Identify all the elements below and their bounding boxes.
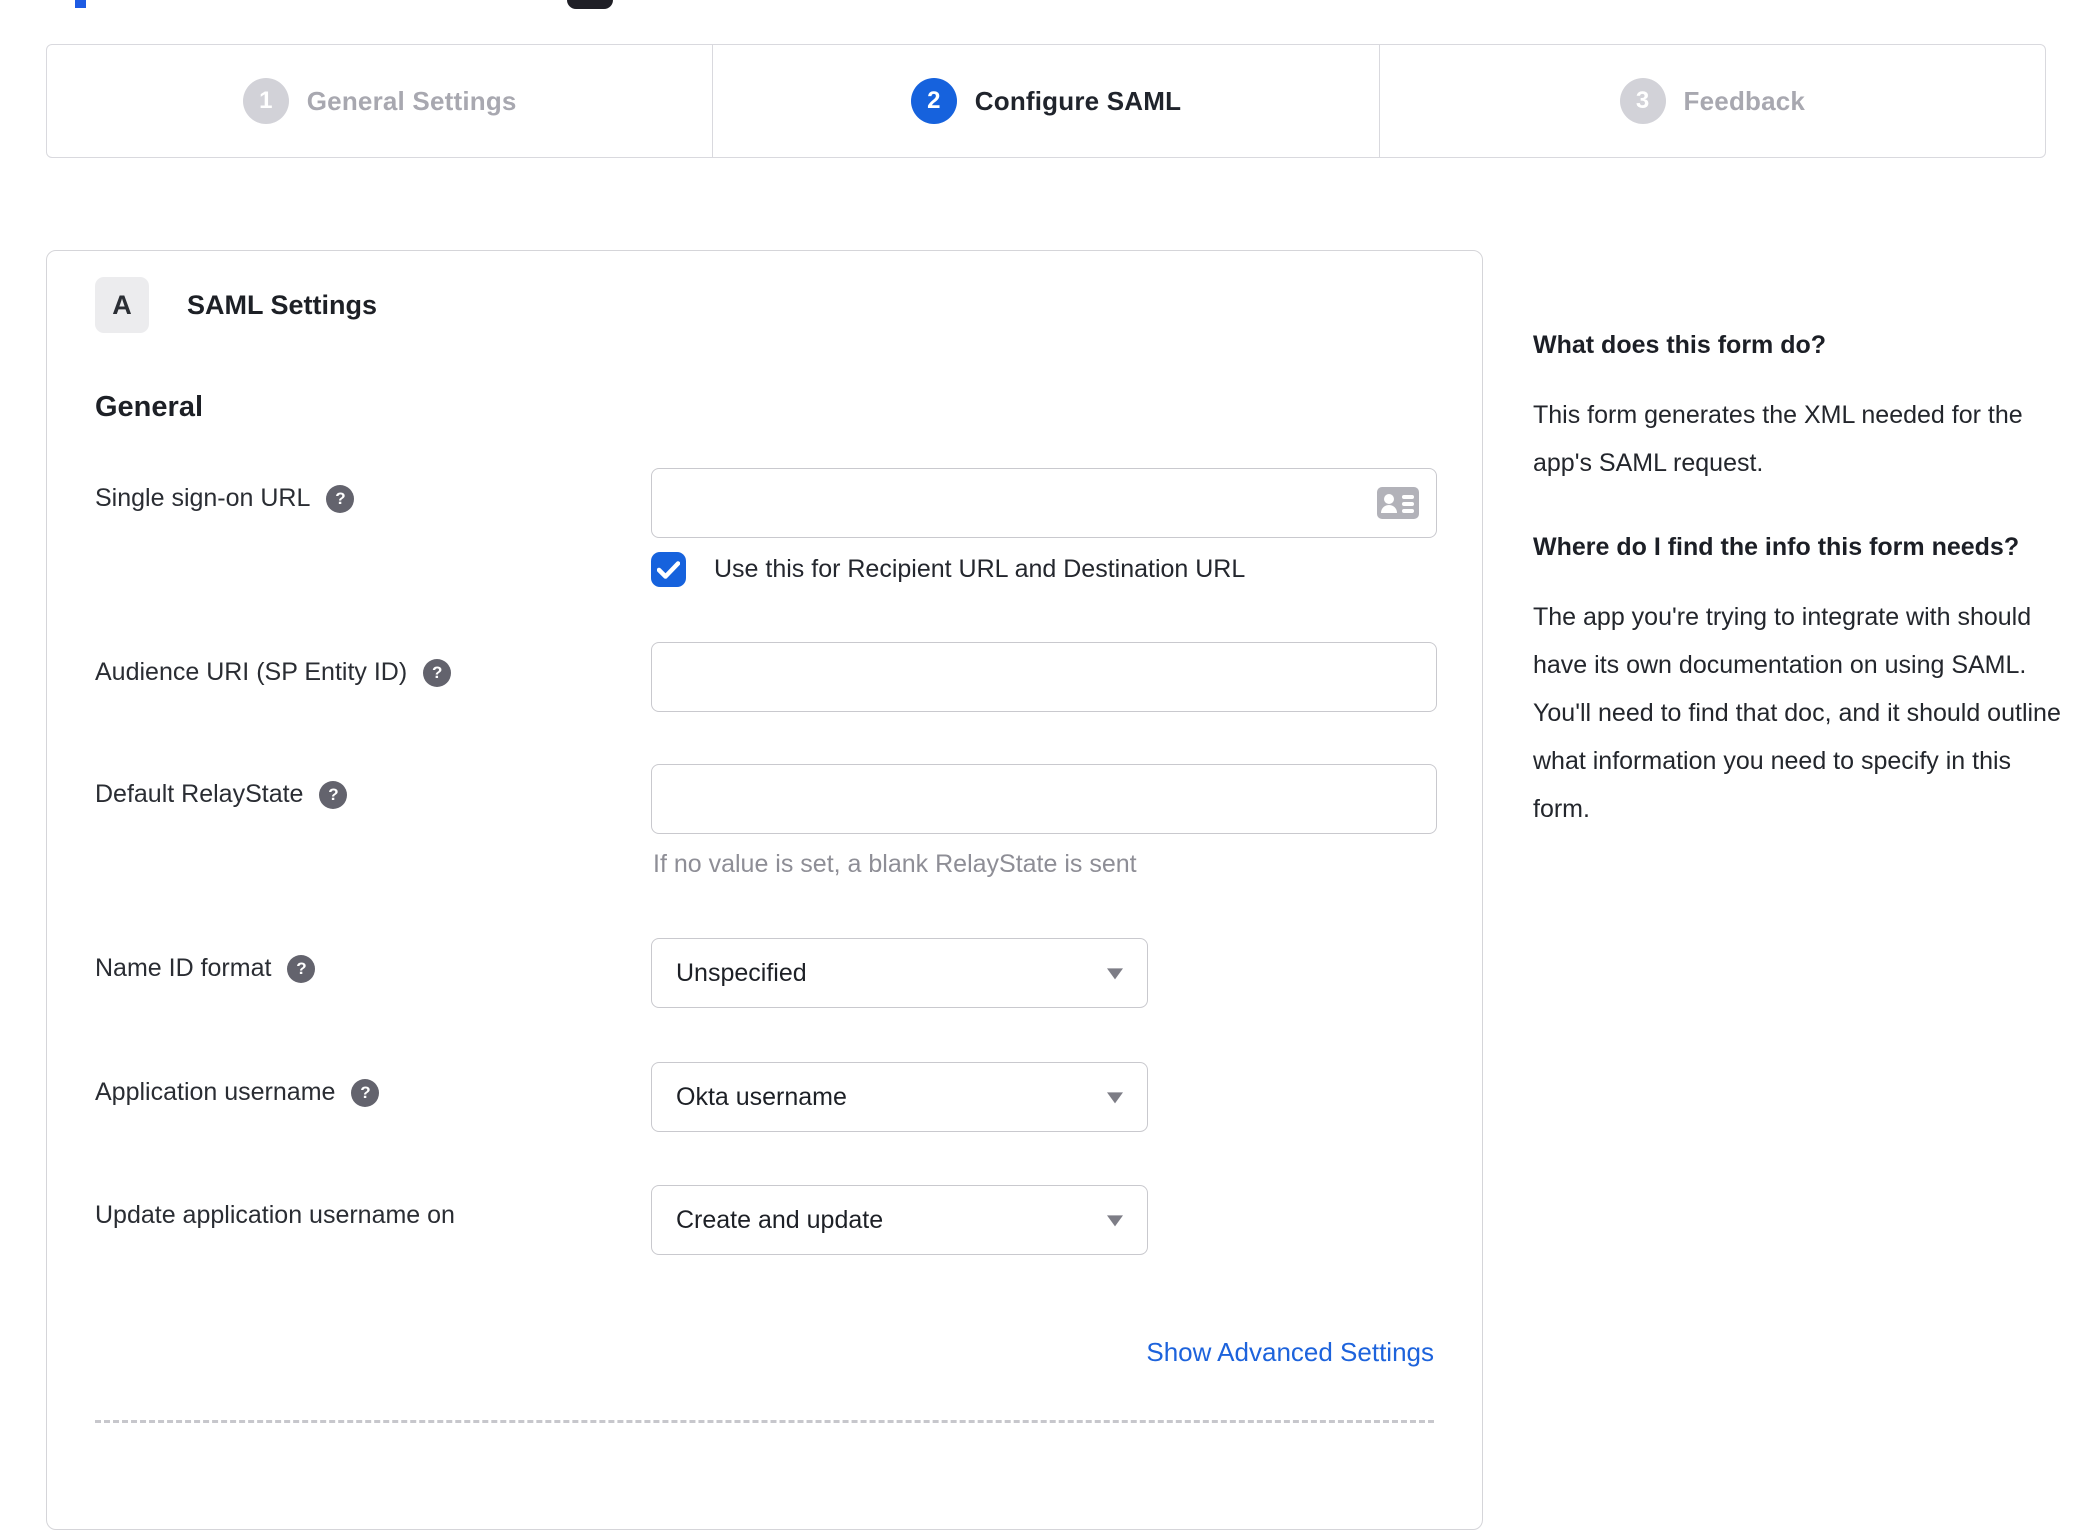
field-label-cell: Default RelayState? [95, 764, 651, 879]
name-id-format-value: Unspecified [676, 958, 807, 987]
relaystate-hint-text: If no value is set, a blank RelayState i… [653, 850, 1137, 878]
recipient-url-checkbox[interactable] [651, 552, 686, 587]
sidebar-heading-where: Where do I find the info this form needs… [1533, 533, 2020, 561]
field-control-cell: Okta username [651, 1062, 1434, 1132]
field-label-cell: Single sign-on URL? [95, 468, 651, 587]
form-row-single-sign-on-url: Single sign-on URL? Use this for Recipie… [95, 468, 1437, 587]
name-id-format-select[interactable]: Unspecified [651, 938, 1148, 1008]
step-2-label: Configure SAML [974, 85, 1182, 116]
form-row-update-username-on: Update application username on Create an… [95, 1185, 1434, 1255]
clipped-header-fragment [567, 0, 613, 9]
field-control-cell [651, 642, 1437, 712]
step-feedback[interactable]: 3 Feedback [1378, 45, 2045, 157]
application-username-select[interactable]: Okta username [651, 1062, 1148, 1132]
recipient-url-checkbox-label: Use this for Recipient URL and Destinati… [714, 555, 1246, 583]
panel-title: SAML Settings [187, 289, 378, 320]
field-label-cell: Application username? [95, 1062, 651, 1132]
default-relaystate-input[interactable] [651, 764, 1437, 834]
recipient-url-checkbox-row: Use this for Recipient URL and Destinati… [651, 552, 1437, 587]
help-icon[interactable]: ? [326, 484, 355, 513]
checkmark-icon [657, 560, 680, 579]
form-row-application-username: Application username? Okta username [95, 1062, 1434, 1132]
help-icon[interactable]: ? [423, 658, 452, 687]
audience-uri-input[interactable] [651, 642, 1437, 712]
panel-header: A SAML Settings [75, 277, 1434, 333]
help-icon[interactable]: ? [319, 780, 348, 809]
form-row-audience-uri: Audience URI (SP Entity ID)? [95, 642, 1437, 712]
step-1-label: General Settings [306, 85, 517, 116]
update-username-on-select[interactable]: Create and update [651, 1185, 1148, 1255]
show-advanced-settings-link[interactable]: Show Advanced Settings [1146, 1337, 1434, 1367]
clipped-title-fragment [75, 0, 86, 8]
step-2-number-badge: 2 [910, 78, 957, 124]
application-username-label: Application username [95, 1078, 336, 1106]
single-sign-on-url-input[interactable] [651, 468, 1437, 538]
advanced-settings-row: Show Advanced Settings [95, 1337, 1434, 1368]
wizard-stepper: 1 General Settings 2 Configure SAML 3 Fe… [46, 44, 2046, 158]
help-icon[interactable]: ? [287, 954, 316, 983]
help-icon[interactable]: ? [351, 1078, 380, 1107]
field-control-cell: If no value is set, a blank RelayState i… [651, 764, 1437, 879]
default-relaystate-label: Default RelayState [95, 780, 304, 808]
form-row-default-relaystate: Default RelayState? If no value is set, … [95, 764, 1437, 879]
chevron-down-icon [1107, 968, 1123, 980]
sidebar-heading-what: What does this form do? [1533, 331, 1827, 359]
chevron-down-icon [1107, 1215, 1123, 1227]
contact-card-icon [1377, 487, 1419, 519]
application-username-value: Okta username [676, 1082, 847, 1111]
sidebar-body-where: The app you're trying to integrate with … [1533, 603, 2061, 823]
help-sidebar: What does this form do? This form genera… [1533, 327, 2061, 875]
field-control-cell: Unspecified [651, 938, 1434, 1008]
field-label-cell: Audience URI (SP Entity ID)? [95, 642, 651, 712]
field-label-cell: Update application username on [95, 1185, 651, 1255]
section-dashed-divider [95, 1420, 1434, 1423]
audience-uri-label: Audience URI (SP Entity ID) [95, 658, 408, 686]
step-3-label: Feedback [1683, 85, 1806, 116]
sidebar-body-what: This form generates the XML needed for t… [1533, 401, 2023, 477]
update-username-on-value: Create and update [676, 1205, 884, 1234]
field-label-cell: Name ID format? [95, 938, 651, 1008]
step-3-number-badge: 3 [1619, 78, 1666, 124]
form-row-name-id-format: Name ID format? Unspecified [95, 938, 1434, 1008]
general-section-title: General [95, 391, 203, 423]
chevron-down-icon [1107, 1092, 1123, 1104]
step-general-settings[interactable]: 1 General Settings [47, 45, 712, 157]
field-control-cell: Use this for Recipient URL and Destinati… [651, 468, 1437, 587]
section-a-badge: A [95, 277, 149, 333]
saml-settings-panel: A SAML Settings General Single sign-on U… [46, 250, 1483, 1530]
single-sign-on-url-label: Single sign-on URL [95, 484, 311, 512]
field-control-cell: Create and update [651, 1185, 1434, 1255]
name-id-format-label: Name ID format [95, 954, 272, 982]
update-username-on-label: Update application username on [95, 1201, 455, 1229]
step-1-number-badge: 1 [242, 78, 289, 124]
step-configure-saml[interactable]: 2 Configure SAML [712, 45, 1378, 157]
